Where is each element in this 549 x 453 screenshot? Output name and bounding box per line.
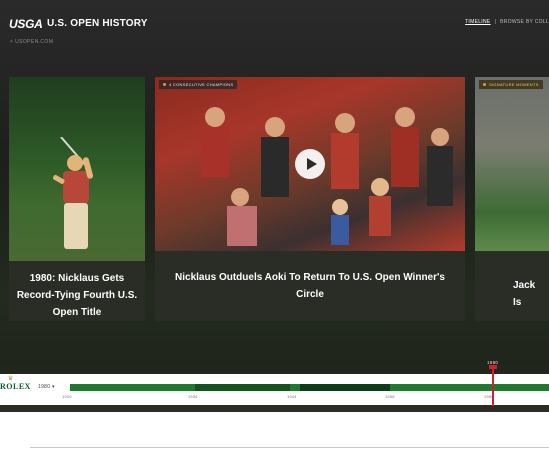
golfer-photo: [53, 137, 94, 249]
timeline-cursor[interactable]: [492, 366, 494, 406]
story-card-jack[interactable]: SIGNATURE MOMENTS Jack Is: [475, 77, 549, 321]
crown-icon: ♛: [8, 376, 14, 382]
usopen-link[interactable]: < USOPEN.COM: [10, 39, 53, 45]
card-caption: Nicklaus Outduels Aoki To Return To U.S.…: [175, 272, 445, 300]
tick-label: 1920: [62, 394, 72, 399]
timeline-ticks: 1920 1936 1944 1956 1980: [0, 394, 549, 404]
tick-label: 1956: [385, 394, 395, 399]
card-caption: Jack Is: [513, 280, 536, 308]
nav-separator: |: [494, 19, 497, 25]
sponsor-logo[interactable]: ROLEX: [0, 382, 31, 391]
story-card-1980-nicklaus[interactable]: 1980: Nicklaus Gets Record-Tying Fourth …: [9, 77, 145, 321]
divider: [30, 447, 549, 448]
track-segment: [195, 384, 290, 391]
tag-icon: [483, 83, 486, 86]
card-image: [9, 77, 145, 261]
tick-label: 1944: [287, 394, 297, 399]
card-caption: 1980: Nicklaus Gets Record-Tying Fourth …: [16, 273, 138, 318]
tag-icon: [163, 83, 166, 86]
usga-logo[interactable]: USGA: [9, 17, 43, 31]
history-stage: USGA U.S. OPEN HISTORY < USOPEN.COM TIME…: [0, 0, 549, 412]
card-tag: SIGNATURE MOMENTS: [479, 80, 543, 89]
timeline-track[interactable]: [70, 384, 549, 391]
card-tag: 4 CONSECUTIVE CHAMPIONS: [159, 80, 238, 89]
nav-browse[interactable]: BROWSE BY COLL: [500, 19, 549, 25]
card-image: 4 CONSECUTIVE CHAMPIONS: [155, 77, 465, 251]
play-icon[interactable]: [295, 149, 325, 179]
timeline-bar: ♛ ROLEX 1980 ▾ 1920 1936 1944 1956 1980: [0, 374, 549, 405]
story-card-aoki[interactable]: 4 CONSECUTIVE CHAMPIONS Nicklaus Outduel…: [155, 77, 465, 321]
year-dropdown[interactable]: 1980 ▾: [38, 384, 55, 390]
track-segment: [300, 384, 390, 391]
tick-label: 1936: [188, 394, 198, 399]
top-nav: TIMELINE | BROWSE BY COLL: [465, 19, 549, 25]
nav-timeline[interactable]: TIMELINE: [465, 19, 490, 25]
card-image: SIGNATURE MOMENTS: [475, 77, 549, 251]
site-title: U.S. OPEN HISTORY: [47, 18, 148, 29]
